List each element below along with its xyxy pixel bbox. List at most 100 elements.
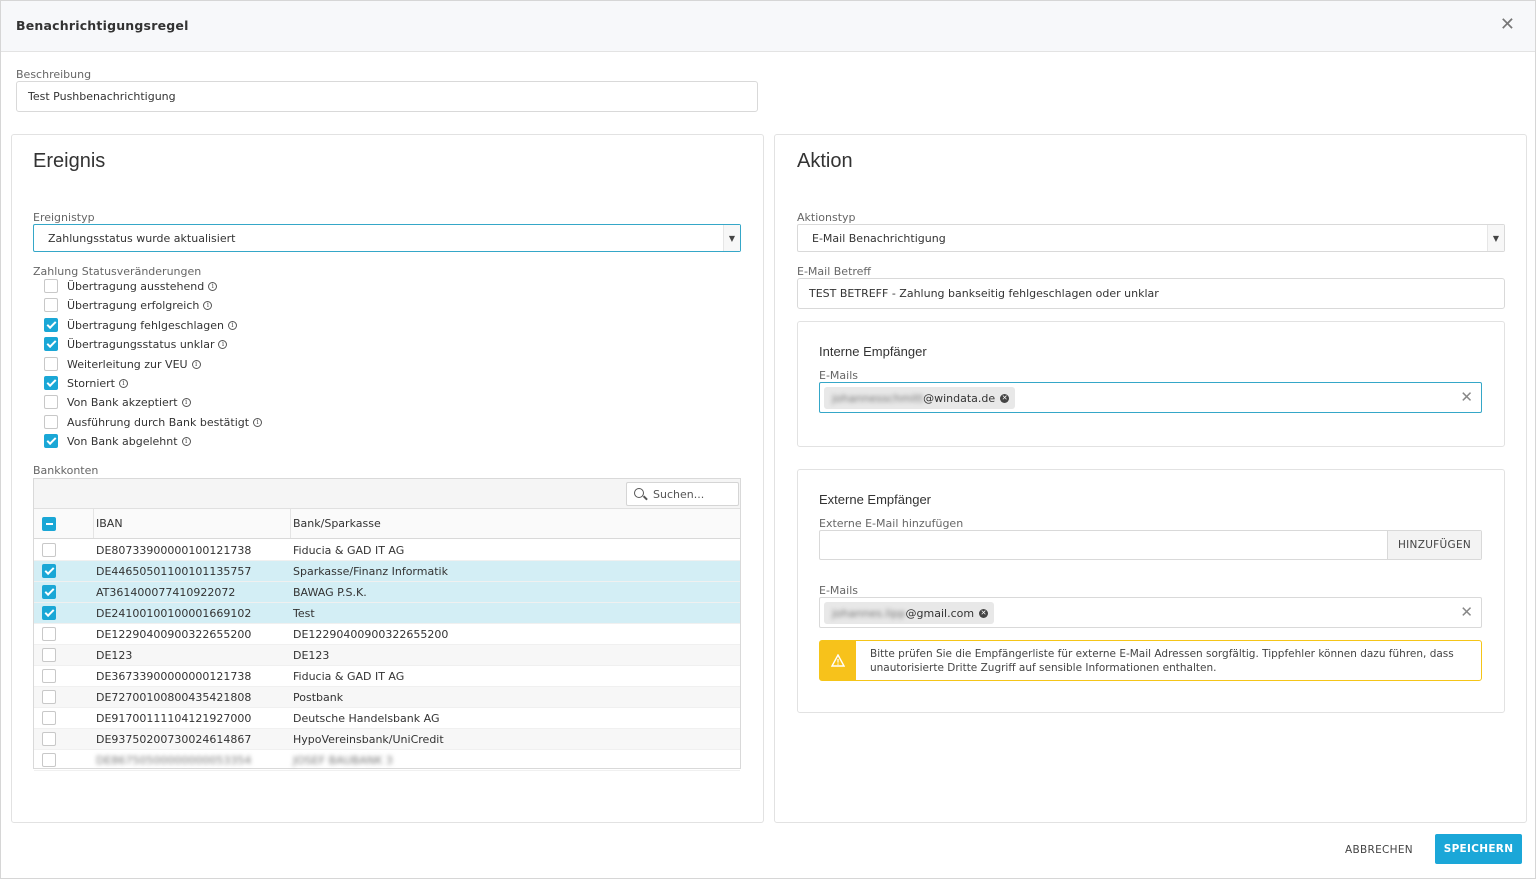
email-chip: johannesschmitt @windata.de ✕ (824, 387, 1016, 409)
remove-chip-icon[interactable]: ✕ (1000, 393, 1010, 403)
status-checkbox[interactable] (44, 395, 58, 409)
internal-emails-input[interactable]: johannesschmitt @windata.de ✕ ✕ (819, 382, 1482, 413)
select-all-checkbox[interactable] (42, 516, 56, 531)
status-label: Übertragung ausstehend (67, 279, 205, 293)
row-checkbox[interactable] (42, 648, 56, 662)
cancel-button[interactable]: ABBRECHEN (1335, 838, 1423, 862)
iban-cell: DE36733900000000121738 (96, 669, 252, 683)
accounts-grid: Suchen... IBAN Bank/Sparkasse DE80733900… (33, 478, 741, 771)
table-row[interactable]: DE123 DE123 (34, 645, 740, 666)
bank-cell: Sparkasse/Finanz Informatik (293, 564, 448, 578)
status-checkbox[interactable] (44, 357, 58, 371)
row-checkbox[interactable] (42, 732, 56, 746)
external-emails-input[interactable]: johannes.lipp @gmail.com ✕ ✕ (819, 597, 1482, 628)
dialog-header: Benachrichtigungsregel ✕ (1, 1, 1535, 52)
status-option[interactable]: Von Bank akzeptiert i (44, 394, 191, 410)
table-row[interactable]: DE44650501100101135757 Sparkasse/Finanz I… (34, 561, 740, 582)
table-row[interactable]: DE93750200730024614867 HypoVereinsbank/Un… (34, 729, 740, 750)
info-icon[interactable]: i (228, 320, 237, 330)
iban-column-header[interactable]: IBAN (94, 509, 291, 538)
row-checkbox[interactable] (42, 585, 56, 599)
status-label: Übertragungsstatus unklar (67, 337, 215, 351)
external-emails-label: E-Mails (819, 584, 858, 597)
description-value: Test Pushbenachrichtigung (28, 90, 176, 103)
status-option[interactable]: Übertragung ausstehend i (44, 278, 218, 294)
status-checkbox[interactable] (44, 434, 58, 448)
bank-cell: DE12290400900322655200 (293, 627, 449, 641)
status-checkbox[interactable] (44, 298, 58, 312)
row-checkbox[interactable] (42, 543, 56, 557)
status-option[interactable]: Ausführung durch Bank bestätigt i (44, 414, 263, 430)
status-checkbox[interactable] (44, 279, 58, 293)
bank-cell: Fiducia & GAD IT AG (293, 543, 405, 557)
status-option[interactable]: Übertragung erfolgreich i (44, 297, 213, 313)
clear-icon[interactable]: ✕ (1460, 388, 1473, 406)
info-icon[interactable]: i (208, 281, 218, 291)
status-checkbox[interactable] (44, 337, 58, 351)
status-label: Storniert (67, 376, 115, 390)
table-row[interactable]: DE24100100100001669102 Test (34, 603, 740, 624)
email-chip: johannes.lipp @gmail.com ✕ (824, 602, 995, 624)
action-type-select[interactable]: E-Mail Benachrichtigung ▼ (797, 224, 1505, 252)
row-checkbox[interactable] (42, 564, 56, 578)
iban-cell: DE24100100100001669102 (96, 606, 252, 620)
email-chip-domain: @gmail.com (905, 606, 975, 620)
clear-icon[interactable]: ✕ (1460, 603, 1473, 621)
chevron-down-icon[interactable]: ▼ (1487, 225, 1504, 251)
event-type-select[interactable]: Zahlungsstatus wurde aktualisiert ▼ (33, 224, 741, 252)
status-checkbox[interactable] (44, 376, 58, 390)
info-icon[interactable]: i (181, 397, 191, 407)
table-row[interactable]: DE91700111104121927000 Deutsche Handelsba… (34, 708, 740, 729)
table-row[interactable]: DE72700100800435421808 Postbank (34, 687, 740, 708)
description-input[interactable]: Test Pushbenachrichtigung (16, 81, 758, 112)
table-row[interactable]: DE80733900000100121738 Fiducia & GAD IT A… (34, 540, 740, 561)
status-option[interactable]: Übertragung fehlgeschlagen i (44, 317, 237, 333)
search-icon (634, 488, 644, 498)
table-row[interactable]: AT361400077410922072 BAWAG P.S.K. (34, 582, 740, 603)
status-checkbox[interactable] (44, 415, 58, 429)
table-row[interactable]: DE12290400900322655200 DE1229040090032265… (34, 624, 740, 645)
row-checkbox[interactable] (42, 606, 56, 620)
status-option[interactable]: Übertragungsstatus unklar i (44, 336, 228, 352)
status-option[interactable]: Von Bank abgelehnt i (44, 433, 191, 449)
iban-cell: DE123 (96, 648, 133, 662)
info-icon[interactable]: i (191, 359, 201, 369)
description-label: Beschreibung (16, 68, 92, 81)
status-option[interactable]: Storniert i (44, 375, 128, 391)
close-icon[interactable]: ✕ (1500, 14, 1515, 36)
row-checkbox[interactable] (42, 669, 56, 683)
add-email-button[interactable]: HINZUFÜGEN (1387, 531, 1481, 559)
add-external-email-input[interactable]: HINZUFÜGEN (819, 530, 1482, 560)
iban-cell: DE72700100800435421808 (96, 690, 252, 704)
bank-column-header[interactable]: Bank/Sparkasse (291, 509, 740, 538)
info-icon[interactable]: i (203, 300, 213, 310)
grid-body: DE80733900000100121738 Fiducia & GAD IT A… (34, 540, 740, 771)
internal-emails-label: E-Mails (819, 369, 858, 382)
iban-cell: DE12290400900322655200 (96, 627, 252, 641)
chevron-down-icon[interactable]: ▼ (723, 225, 740, 251)
row-checkbox[interactable] (42, 690, 56, 704)
status-checkbox[interactable] (44, 318, 58, 332)
info-icon[interactable]: i (181, 436, 191, 446)
iban-cell: DE91700111104121927000 (96, 711, 252, 725)
bank-cell: JOSEF BAUBANK 3 (293, 753, 393, 767)
table-row[interactable]: DE36733900000000121738 Fiducia & GAD IT A… (34, 666, 740, 687)
info-icon[interactable]: i (218, 339, 228, 349)
iban-cell: AT361400077410922072 (96, 585, 236, 599)
save-button[interactable]: SPEICHERN (1435, 834, 1522, 864)
info-icon[interactable]: i (253, 417, 263, 427)
search-input[interactable]: Suchen... (626, 482, 739, 506)
status-option[interactable]: Weiterleitung zur VEU i (44, 356, 201, 372)
row-checkbox[interactable] (42, 627, 56, 641)
internal-recipients-panel: Interne Empfänger E-Mails johannesschmit… (797, 321, 1505, 447)
remove-chip-icon[interactable]: ✕ (979, 608, 989, 618)
table-row[interactable]: DE86750500000000053354 JOSEF BAUBANK 3 (34, 750, 740, 771)
row-checkbox[interactable] (42, 753, 56, 767)
warning-box: Bitte prüfen Sie die Empfängerliste für … (819, 640, 1482, 681)
row-checkbox[interactable] (42, 711, 56, 725)
dialog-title: Benachrichtigungsregel (16, 18, 189, 33)
search-placeholder: Suchen... (653, 487, 705, 501)
email-chip-domain: @windata.de (923, 391, 996, 405)
subject-input[interactable]: TEST BETREFF - Zahlung bankseitig fehlge… (797, 278, 1505, 309)
info-icon[interactable]: i (119, 378, 128, 388)
